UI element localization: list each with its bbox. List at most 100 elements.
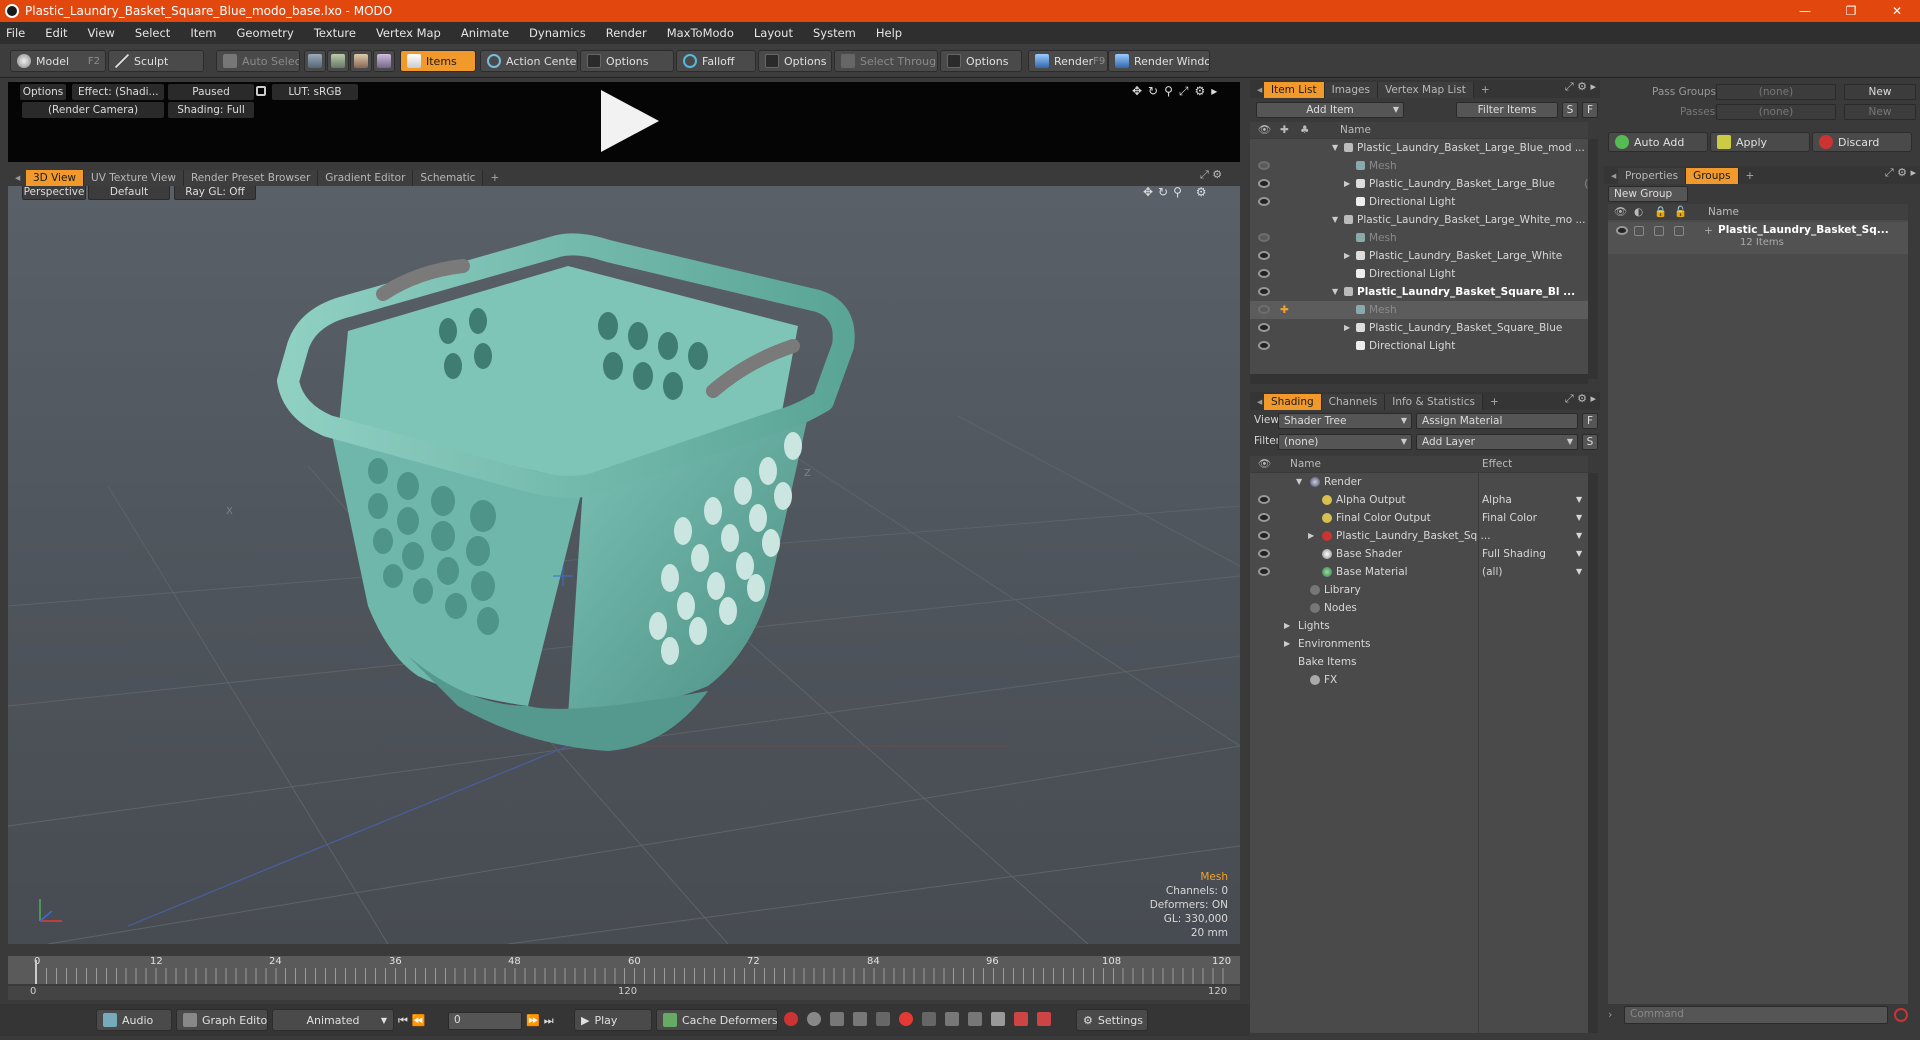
- menu-animate[interactable]: Animate: [461, 26, 509, 40]
- menu-view[interactable]: View: [88, 26, 115, 40]
- jump-end-icon[interactable]: [968, 1012, 982, 1026]
- menu-layout[interactable]: Layout: [754, 26, 793, 40]
- laundry-basket-mesh[interactable]: [8, 186, 1240, 944]
- menu-maxtomodo[interactable]: MaxToModo: [667, 26, 734, 40]
- new-group-button[interactable]: New Group: [1608, 186, 1688, 202]
- menu-vertex-map[interactable]: Vertex Map: [376, 26, 441, 40]
- tab-render-preset-browser[interactable]: Render Preset Browser: [183, 170, 319, 186]
- play-preview-icon[interactable]: [593, 86, 663, 156]
- preview-effect-dropdown[interactable]: Effect: (Shadi...: [72, 84, 164, 100]
- visibility-eye-icon[interactable]: [1258, 197, 1270, 206]
- viewport-tab-menu-icon[interactable]: ◂: [8, 170, 26, 186]
- expand-arrow-icon[interactable]: ▶: [1284, 635, 1290, 653]
- action-center-options-button[interactable]: Options: [580, 50, 674, 72]
- shader-row[interactable]: Base Shader Full Shading ▼: [1250, 545, 1588, 563]
- polygons-mode-button[interactable]: [350, 50, 372, 72]
- maximize-button[interactable]: ❐: [1828, 0, 1874, 22]
- minimize-button[interactable]: —: [1782, 0, 1828, 22]
- f-toggle-button[interactable]: F: [1582, 413, 1598, 429]
- item-row[interactable]: ▶Plastic_Laundry_Basket_Square_Blue(2): [1250, 319, 1588, 337]
- preview-shading-dropdown[interactable]: Shading: Full: [168, 102, 254, 118]
- items-mode-button[interactable]: Items: [400, 50, 476, 72]
- item-row[interactable]: ▼ Plastic_Laundry_Basket_Large_Blue_mod .…: [1250, 139, 1588, 157]
- falloff-button[interactable]: Falloff: [676, 50, 756, 72]
- lock-icon[interactable]: [256, 86, 266, 96]
- command-stop-icon[interactable]: [1894, 1008, 1908, 1022]
- raygl-dropdown[interactable]: Ray GL: Off: [174, 186, 256, 200]
- tab-shading[interactable]: Shading: [1264, 394, 1322, 410]
- menu-render[interactable]: Render: [606, 26, 647, 40]
- visibility-eye-icon[interactable]: [1258, 161, 1270, 170]
- expand-icon[interactable]: +: [1704, 222, 1713, 240]
- select-through-button[interactable]: Select Through: [834, 50, 938, 72]
- visibility-eye-icon[interactable]: [1258, 323, 1270, 332]
- visibility-eye-icon[interactable]: [1258, 287, 1270, 296]
- collapse-arrow-icon[interactable]: ▼: [1296, 473, 1302, 491]
- assign-material-button[interactable]: Assign Material: [1416, 413, 1578, 429]
- auto-select-button[interactable]: Auto Select: [216, 50, 300, 72]
- tab-images[interactable]: Images: [1324, 82, 1378, 98]
- tab-item-list[interactable]: Item List: [1264, 82, 1325, 98]
- select-options-button[interactable]: Options: [940, 50, 1022, 72]
- visibility-eye-icon[interactable]: [1258, 341, 1270, 350]
- filter-dropdown[interactable]: (none) ▼: [1278, 434, 1412, 450]
- add-tab-button[interactable]: +: [1483, 394, 1506, 410]
- viewport-nav-icons[interactable]: ✥↻⚲ ⚙: [1143, 186, 1211, 199]
- discard-button[interactable]: Discard: [1812, 132, 1912, 152]
- menu-file[interactable]: File: [6, 26, 25, 40]
- visibility-eye-icon[interactable]: [1258, 269, 1270, 278]
- filter-items-input[interactable]: Filter Items: [1456, 102, 1558, 118]
- preview-lut-dropdown[interactable]: LUT: sRGB: [272, 84, 358, 100]
- auto-add-button[interactable]: Auto Add: [1608, 132, 1708, 152]
- tab-gradient-editor[interactable]: Gradient Editor: [318, 170, 414, 186]
- jump-start-icon[interactable]: [945, 1012, 959, 1026]
- effect-value[interactable]: Full Shading: [1482, 545, 1546, 563]
- shader-row[interactable]: Nodes: [1250, 599, 1588, 617]
- expand-arrow-icon[interactable]: ▶: [1308, 527, 1314, 545]
- menu-edit[interactable]: Edit: [45, 26, 67, 40]
- chevron-down-icon[interactable]: ▼: [1576, 509, 1582, 527]
- s-toggle-button[interactable]: S: [1582, 434, 1598, 450]
- panel-controls[interactable]: ⤢ ⚙ ▸: [1885, 166, 1916, 180]
- current-frame-input[interactable]: 0: [448, 1012, 522, 1030]
- visibility-eye-icon[interactable]: [1258, 567, 1270, 576]
- menu-dynamics[interactable]: Dynamics: [529, 26, 586, 40]
- select-toggle-icon[interactable]: [1674, 226, 1684, 236]
- settings-button[interactable]: ⚙ Settings: [1076, 1009, 1148, 1031]
- menu-texture[interactable]: Texture: [314, 26, 356, 40]
- panel-menu-icon[interactable]: ◂: [1604, 168, 1618, 184]
- shader-tree-scrollbar[interactable]: [1588, 473, 1598, 1033]
- visibility-eye-icon[interactable]: [1258, 495, 1270, 504]
- expand-arrow-icon[interactable]: ▶: [1344, 319, 1350, 337]
- cache-deformers-button[interactable]: Cache Deformers: [656, 1009, 778, 1031]
- shader-row[interactable]: ▶ Plastic_Laundry_Basket_Sq ... ▼: [1250, 527, 1588, 545]
- add-item-dropdown[interactable]: Add Item ▼: [1256, 102, 1404, 118]
- chevron-down-icon[interactable]: ▼: [1576, 563, 1582, 581]
- lock-toggle-icon[interactable]: [1654, 226, 1664, 236]
- audio-button[interactable]: Audio: [96, 1009, 172, 1031]
- shader-row[interactable]: FX: [1250, 671, 1588, 689]
- item-row[interactable]: ▶Plastic_Laundry_Basket_Large_White(2): [1250, 247, 1588, 265]
- menu-item[interactable]: Item: [190, 26, 216, 40]
- play-button[interactable]: ▶ Play: [574, 1009, 652, 1031]
- item-list-hscrollbar[interactable]: [1250, 374, 1588, 384]
- render-toggle-icon[interactable]: [1634, 226, 1644, 236]
- render-button[interactable]: Render F9: [1028, 50, 1108, 72]
- 3d-viewport[interactable]: Perspective Default Ray GL: Off ✥↻⚲ ⚙ X …: [8, 186, 1240, 944]
- visibility-eye-icon[interactable]: [1258, 179, 1270, 188]
- item-row[interactable]: ▼ Plastic_Laundry_Basket_Square_Bl ...: [1250, 283, 1588, 301]
- add-tab-button[interactable]: +: [1474, 82, 1497, 98]
- collapse-arrow-icon[interactable]: ▼: [1332, 211, 1338, 229]
- expand-arrow-icon[interactable]: ▶: [1284, 617, 1290, 635]
- shader-row[interactable]: Bake Items: [1250, 653, 1588, 671]
- visibility-eye-icon[interactable]: [1258, 549, 1270, 558]
- expand-arrow-icon[interactable]: ▶: [1344, 247, 1350, 265]
- search-toggle-button[interactable]: S: [1562, 102, 1578, 118]
- add-tab-button[interactable]: +: [483, 170, 506, 186]
- render-window-button[interactable]: Render Window: [1108, 50, 1210, 72]
- view-dropdown[interactable]: Shader Tree ▼: [1278, 413, 1412, 429]
- item-row[interactable]: ✚ Mesh: [1250, 301, 1588, 319]
- edges-mode-button[interactable]: [327, 50, 349, 72]
- tab-properties[interactable]: Properties: [1618, 168, 1687, 184]
- visibility-eye-icon[interactable]: [1258, 233, 1270, 242]
